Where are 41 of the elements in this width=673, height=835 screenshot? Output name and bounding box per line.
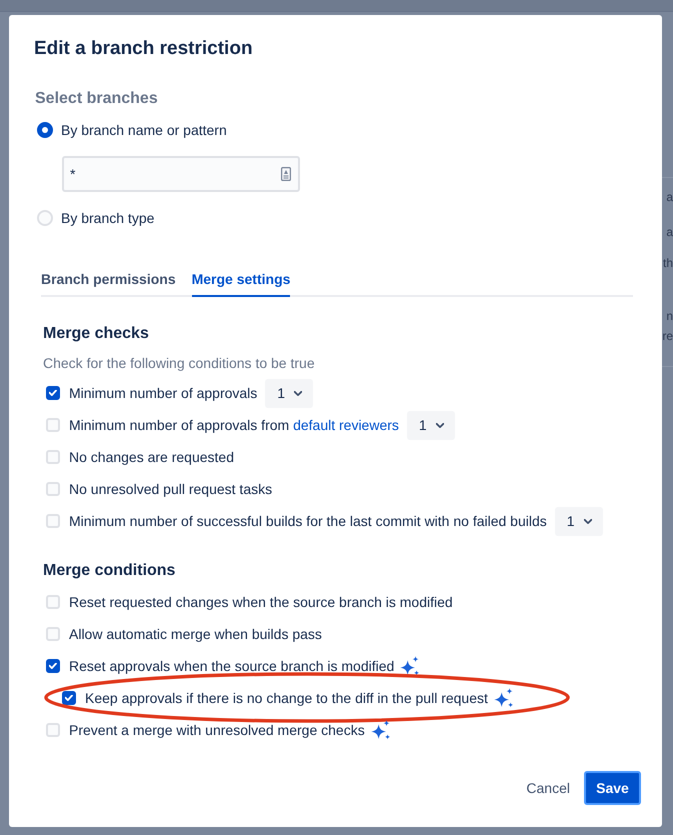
checkbox-label[interactable]: No unresolved pull request tasks (69, 479, 272, 499)
background-text: n (665, 308, 673, 325)
section-heading: Merge checks (43, 324, 149, 344)
background-text: re (662, 328, 673, 345)
pattern-input[interactable]: * (62, 156, 300, 192)
checkbox-label[interactable]: No changes are requested (69, 447, 234, 467)
dialog-title: Edit a branch restriction (34, 37, 253, 61)
checkbox-label[interactable]: Prevent a merge with unresolved merge checks (69, 720, 365, 740)
default-reviewers-link[interactable]: default reviewers (293, 417, 399, 433)
checkbox-label[interactable]: Minimum number of successful builds for the last commit with no failed builds (69, 511, 547, 531)
radio-label[interactable]: By branch type (61, 208, 154, 228)
tab[interactable]: Merge settings (192, 265, 290, 297)
checkmark-icon (65, 695, 73, 701)
checkbox-label[interactable]: Allow automatic merge when builds pass (69, 624, 322, 644)
count-dropdown[interactable]: 1 (406, 410, 455, 440)
person-card-icon (281, 167, 291, 181)
checkmark-icon (49, 663, 57, 669)
checkbox-label[interactable]: Reset approvals when the source branch is modified (69, 656, 394, 676)
chevron-down-icon (584, 518, 592, 524)
save-button[interactable]: Save (584, 771, 641, 805)
chevron-down-icon (436, 422, 444, 428)
radio-button[interactable] (37, 122, 53, 138)
cancel-button[interactable]: Cancel (516, 771, 580, 805)
background-text: a (665, 224, 673, 241)
checkbox-label[interactable]: Minimum number of approvals (69, 383, 258, 403)
count-dropdown[interactable]: 1 (554, 506, 603, 536)
checkbox-label[interactable]: Minimum number of approvals from default reviewers (69, 415, 399, 435)
count-dropdown[interactable]: 1 (265, 378, 314, 408)
checkbox[interactable] (62, 691, 76, 705)
checkbox[interactable] (46, 659, 60, 673)
tab[interactable]: Branch permissions (41, 265, 176, 297)
checkbox-label[interactable]: Reset requested changes when the source branch is modified (69, 592, 453, 612)
section-label: Select branches (34, 89, 158, 109)
section-heading: Merge conditions (43, 561, 176, 581)
radio-label[interactable]: By branch name or pattern (61, 120, 227, 140)
section-description: Check for the following conditions to be true (43, 354, 315, 373)
checkbox[interactable] (46, 386, 60, 400)
checkmark-icon (49, 390, 57, 396)
chevron-down-icon (294, 390, 302, 396)
background-text: th (662, 255, 673, 272)
background-text: a (665, 189, 673, 206)
